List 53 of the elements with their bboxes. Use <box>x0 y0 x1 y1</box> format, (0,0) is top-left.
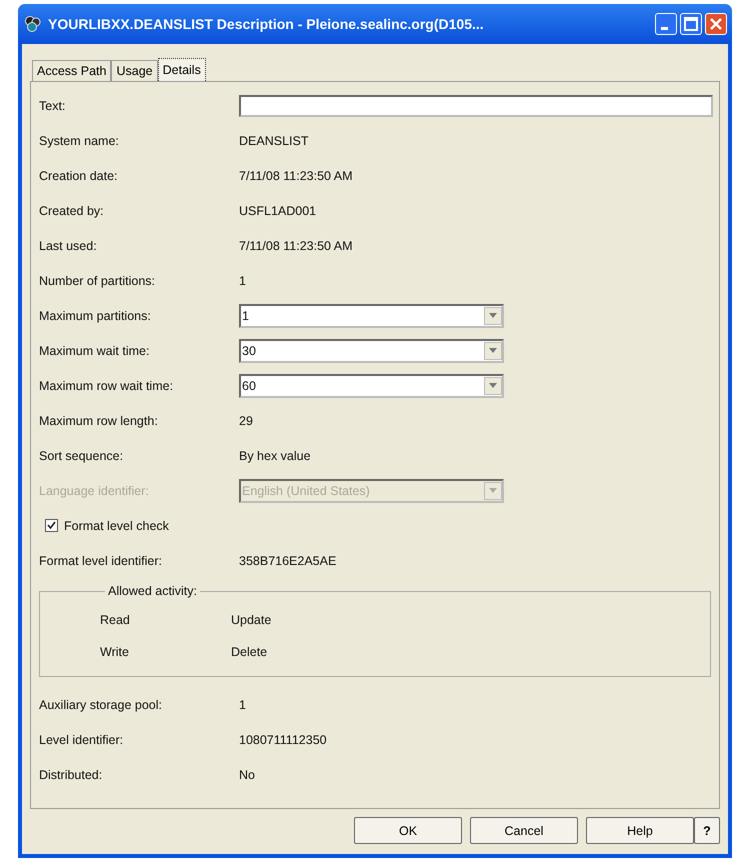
checkbox[interactable]: Format level check <box>39 518 169 532</box>
dialog-button[interactable]: Cancel <box>470 817 578 844</box>
field-value: No <box>239 768 255 782</box>
field-label: Level identifier: <box>39 732 124 746</box>
activity-text: Write <box>100 645 130 659</box>
tab[interactable]: Access Path <box>32 60 112 81</box>
field-value: 358B716E2A5AE <box>239 554 336 568</box>
field-label: Creation date: <box>39 168 119 182</box>
field-value: By hex value <box>239 448 311 462</box>
minimize-button[interactable] <box>655 13 677 35</box>
maximize-button[interactable] <box>680 13 702 35</box>
field-label: Maximum wait time: <box>39 344 150 358</box>
field-value: 7/11/08 11:23:50 AM <box>239 238 353 252</box>
field-label: Distributed: <box>39 768 104 782</box>
field-value: USFL1AD001 <box>239 204 316 218</box>
activity-text: Read <box>100 613 131 627</box>
field-label: System name: <box>39 134 120 148</box>
app-icon <box>23 14 43 34</box>
dialog-button[interactable]: ? <box>694 817 720 844</box>
close-button[interactable] <box>705 13 727 35</box>
field-label: Language identifier: <box>39 484 150 498</box>
field-label: Text: <box>39 98 66 112</box>
window-title: YOURLIBXX.DEANSLIST Description - Pleione.sealinc.org(D105... <box>48 16 485 32</box>
maximize-icon <box>684 17 698 31</box>
dialog-button[interactable]: OK <box>354 817 462 844</box>
field-value: 1 <box>239 274 246 288</box>
field-label: Number of partitions: <box>39 274 156 288</box>
field-value: 29 <box>239 414 253 428</box>
field-value: 1080711112350 <box>239 732 327 746</box>
dropdown-field[interactable]: 60 <box>239 374 504 398</box>
checkbox-label: Format level check <box>64 518 169 532</box>
field-value: 7/11/08 11:23:50 AM <box>239 168 353 182</box>
field-label: Last used: <box>39 238 98 252</box>
dropdown-field[interactable]: 30 <box>239 338 504 362</box>
field-value: 1 <box>239 698 246 712</box>
field-label: Sort sequence: <box>39 448 124 462</box>
close-icon <box>709 17 723 31</box>
field-label: Maximum row length: <box>39 414 159 428</box>
activity-text: Update <box>231 613 272 627</box>
field-label: Format level identifier: <box>39 554 163 568</box>
field-label: Maximum row wait time: <box>39 378 174 392</box>
text-field[interactable] <box>239 94 713 116</box>
dialog-button[interactable]: Help <box>586 817 694 844</box>
group-title: Allowed activity: <box>107 584 198 598</box>
activity-text: Delete <box>231 645 268 659</box>
tab[interactable]: Details <box>158 58 206 81</box>
dropdown-field[interactable]: 1 <box>239 304 504 328</box>
tab[interactable]: Usage <box>111 60 158 81</box>
field-label: Created by: <box>39 204 105 218</box>
field-label: Auxiliary storage pool: <box>39 698 163 712</box>
field-label: Maximum partitions: <box>39 308 152 322</box>
minimize-icon <box>660 26 668 30</box>
field-value: DEANSLIST <box>239 134 308 148</box>
